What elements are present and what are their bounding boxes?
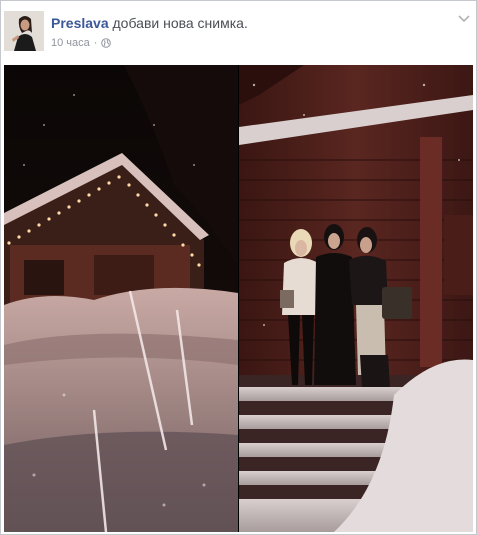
right-photo-panel	[239, 65, 473, 532]
story-header: Preslava добави нова снимка. 10 часа ·	[1, 1, 476, 61]
post-photo[interactable]	[4, 65, 473, 532]
feed-story: Preslava добави нова снимка. 10 часа ·	[0, 0, 477, 535]
story-headline: Preslava добави нова снимка.	[51, 15, 248, 31]
photo-collage	[4, 65, 473, 532]
left-photo-panel	[4, 65, 238, 532]
author-avatar[interactable]	[4, 11, 44, 51]
globe-icon[interactable]	[101, 38, 112, 48]
avatar-image	[4, 11, 44, 51]
chevron-down-icon[interactable]	[458, 15, 470, 23]
meta-separator: ·	[93, 37, 98, 49]
timestamp-link[interactable]: 10 часа	[51, 37, 90, 49]
story-action-text: добави нова снимка.	[112, 15, 248, 31]
author-name-link[interactable]: Preslava	[51, 15, 109, 31]
story-meta: 10 часа ·	[51, 37, 112, 49]
